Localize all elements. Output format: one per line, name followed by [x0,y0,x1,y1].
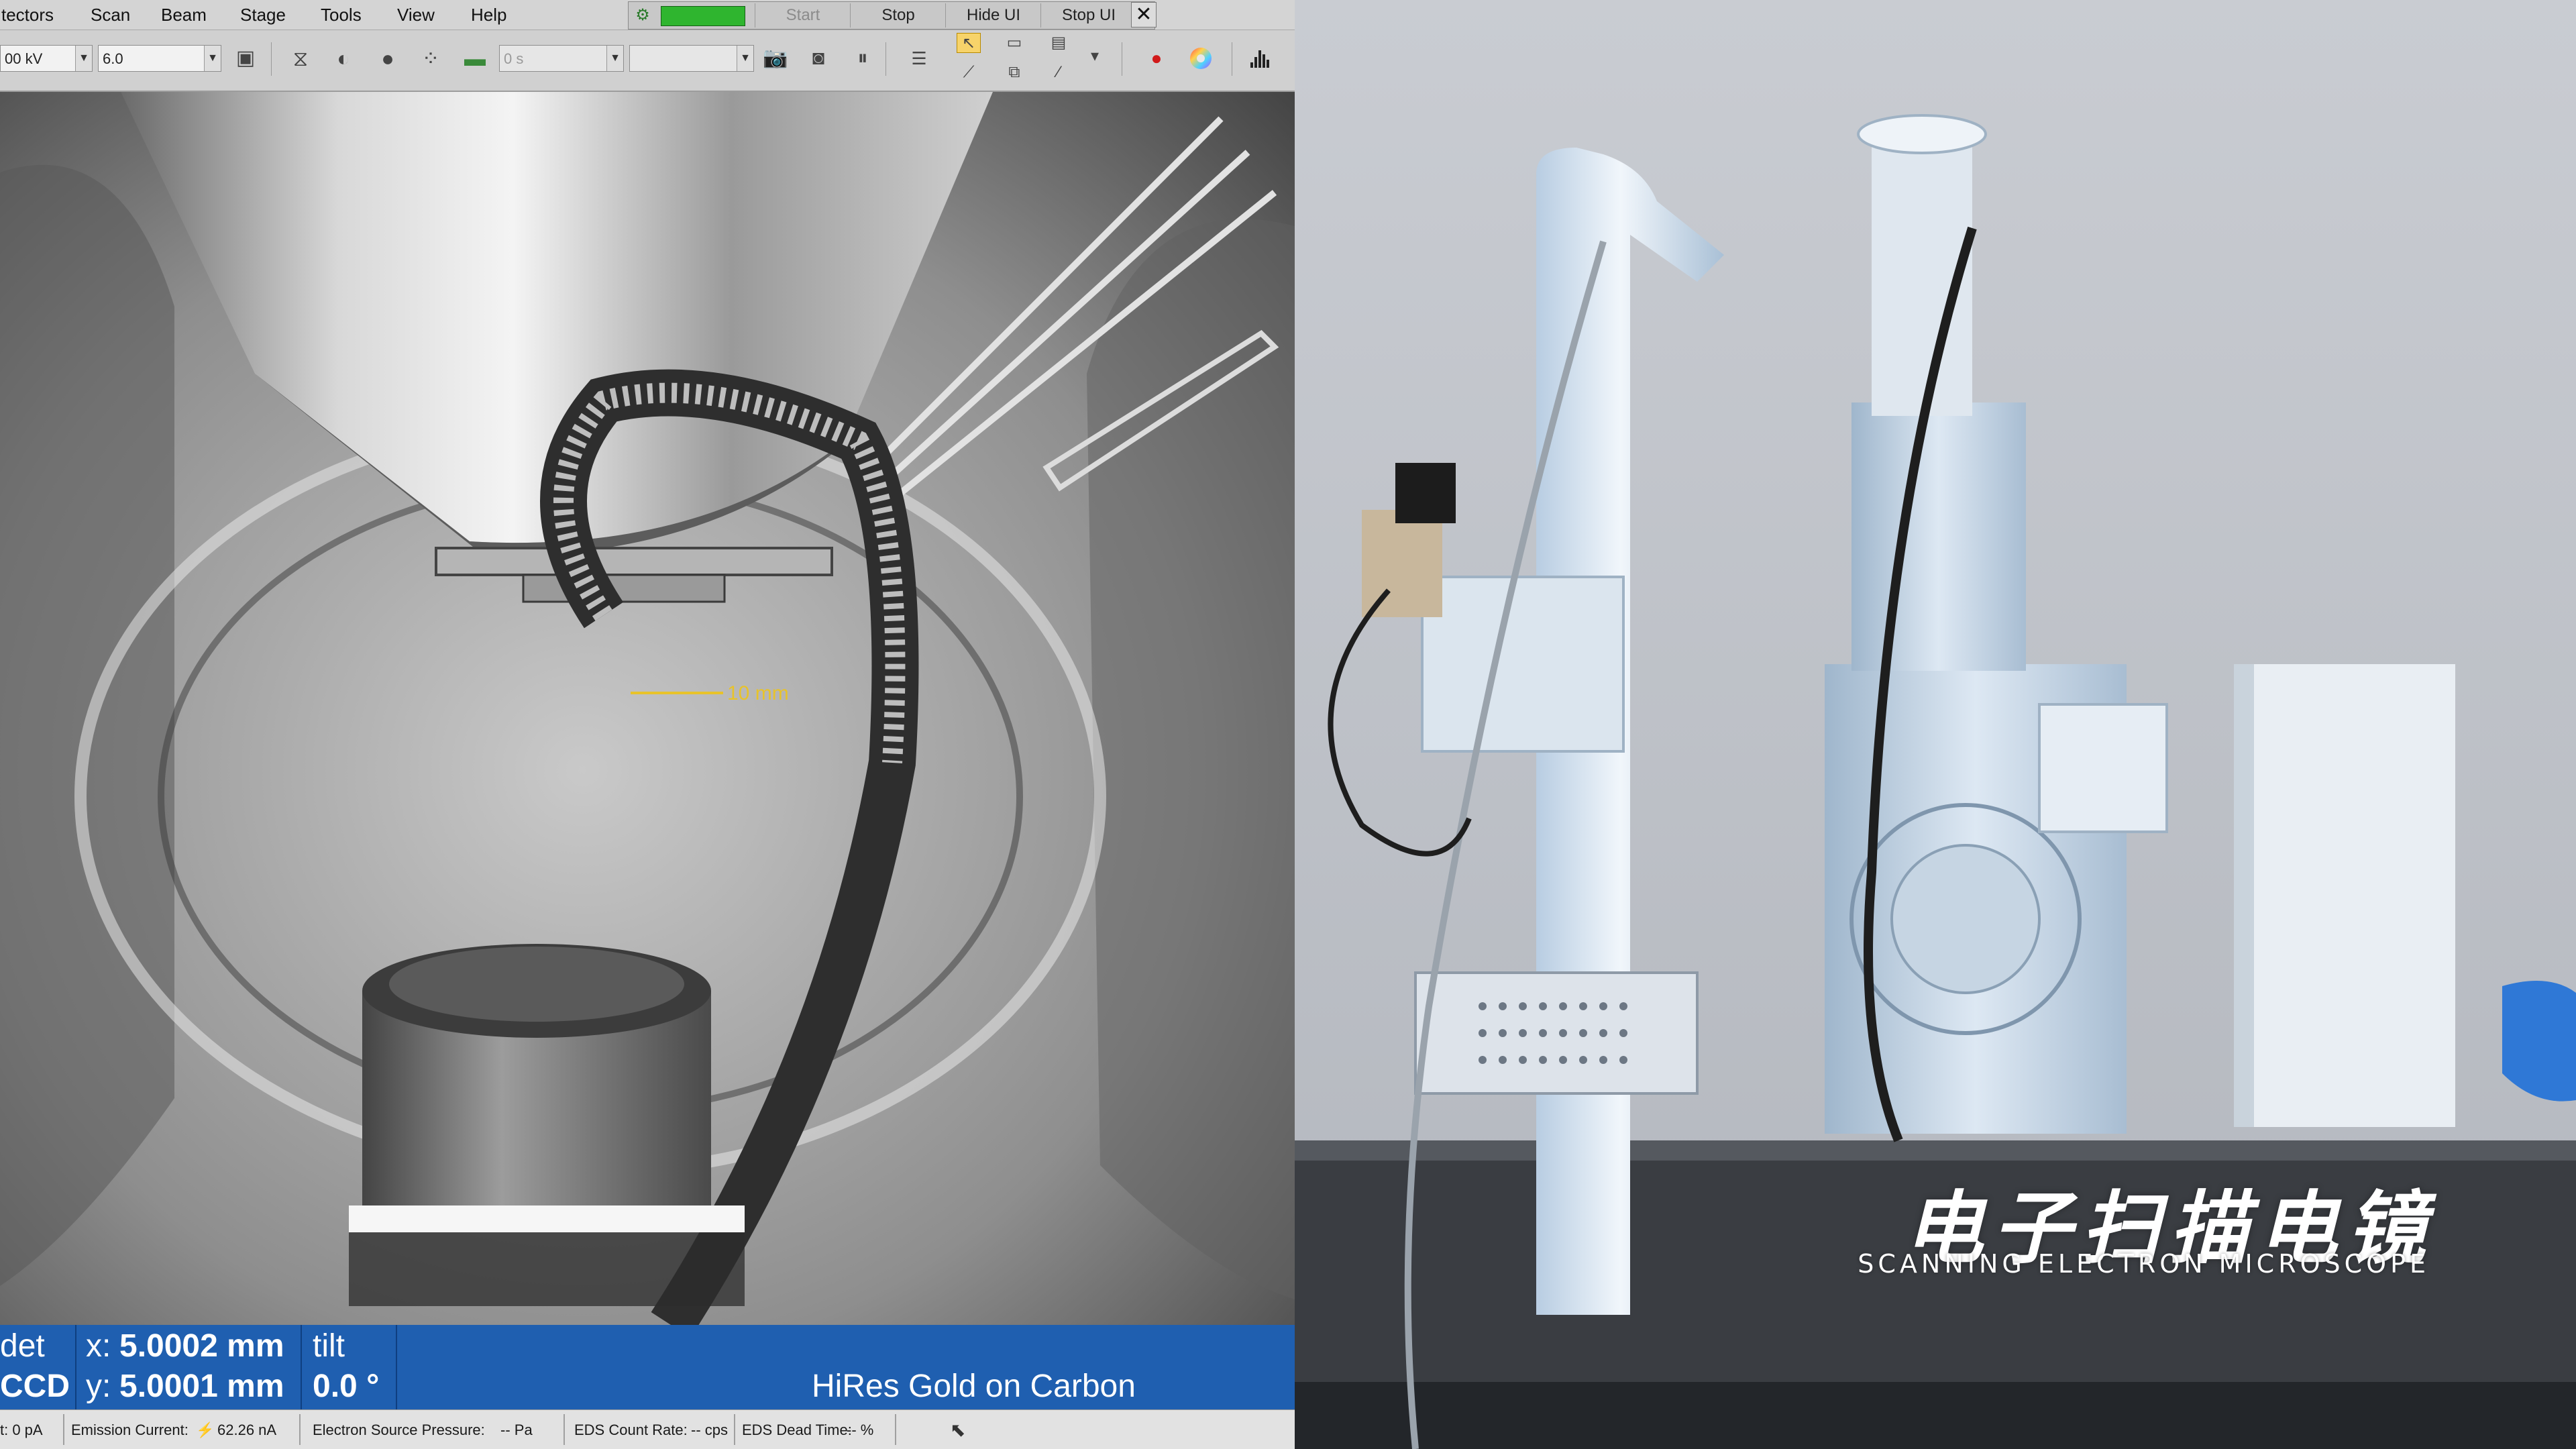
status-divider [734,1414,735,1445]
dwell-time-value: 0 s [504,50,524,67]
tilt-label: tilt [313,1328,345,1364]
stop-ui-button[interactable]: Stop UI [1040,3,1136,28]
sem-software-window: tectors Scan Beam Stage Tools View Help … [0,0,1295,1449]
status-divider [299,1414,301,1445]
source-pressure-value: -- Pa [500,1421,533,1438]
scan-speed-select[interactable]: ▼ [629,45,754,72]
toolbar-divider [885,42,886,76]
menu-view[interactable]: View [397,0,435,30]
microscope-photo: 电子扫描电镜 SCANNING ELECTRON MICROSCOPE [1295,0,2576,1449]
line-tool-icon[interactable]: ∕ [1046,62,1071,83]
stop-button[interactable]: Stop [850,3,946,28]
emission-current-value: 62.26 nA [217,1421,277,1438]
menu-beam[interactable]: Beam [161,0,207,30]
stage-x-label: x: [86,1328,111,1364]
status-bar: t: 0 pA Emission Current: ⚡ 62.26 nA Ele… [0,1409,1295,1449]
auto-contrast-icon[interactable]: ⧖ [286,44,315,73]
toolbar-divider [271,42,272,76]
brightness-icon[interactable]: ● [373,44,402,73]
beam-current-readout: t: 0 pA [0,1421,43,1438]
tilt-value: 0.0 ° [313,1368,380,1404]
zoom-area-icon[interactable]: ⧉ [1002,62,1026,83]
menu-tools[interactable]: Tools [321,0,362,30]
info-divider [75,1325,76,1409]
eds-count-rate-value: -- cps [691,1421,728,1438]
measure-icon[interactable]: ⟋ [957,62,981,83]
emission-icon: ⚡ [196,1421,215,1438]
auto-focus-icon[interactable]: ⁘ [416,44,445,73]
eds-dead-time-label: EDS Dead Time: [742,1421,852,1438]
chevron-down-icon[interactable]: ▾ [1083,46,1107,66]
rectangle-icon[interactable]: ▭ [1002,33,1026,53]
scan-mode-icon[interactable]: ☰ [904,44,934,73]
toolbar: 00 kV ▼ 6.0 ▼ ▣ ⧖ ◐ ● ⁘ ▬ 0 s ▼ ▼ 📷 ◙ ⏸ … [0,30,1295,92]
status-divider [63,1414,64,1445]
dwell-time-select[interactable]: 0 s ▼ [499,45,624,72]
eds-count-rate-label: EDS Count Rate: [574,1421,688,1438]
image-overlay-icon[interactable]: ▤ [1046,33,1071,53]
video-title-english: SCANNING ELECTRON MICROSCOPE [1858,1249,2430,1279]
eds-dead-time-value: -- % [847,1421,874,1438]
start-button[interactable]: Start [755,3,851,28]
hide-ui-button[interactable]: Hide UI [945,3,1041,28]
menu-detectors[interactable]: tectors [1,0,54,30]
app-icon: ⚙ [635,6,650,24]
snapshot-icon[interactable]: ◙ [804,44,833,73]
histogram-icon[interactable] [1246,44,1276,73]
status-divider [564,1414,565,1445]
spot-size-value: 6.0 [103,50,123,67]
stage-y-label: y: [86,1368,111,1404]
pause-icon[interactable]: ⏸ [848,44,877,73]
info-divider [301,1325,302,1409]
emission-current-label: Emission Current: [71,1421,189,1438]
chevron-down-icon: ▼ [204,46,221,71]
sample-name: HiRes Gold on Carbon [812,1368,1136,1404]
menu-scan[interactable]: Scan [91,0,130,30]
info-divider [396,1325,397,1409]
menu-stage[interactable]: Stage [240,0,286,30]
menu-help[interactable]: Help [471,0,506,30]
scale-bar-label: 10 mm [727,682,789,704]
voltage-value: 00 kV [5,50,43,67]
detector-label: det [0,1328,45,1364]
voltage-select[interactable]: 00 kV ▼ [0,45,93,72]
stage-y-value: 5.0001 mm [119,1368,284,1404]
spot-size-select[interactable]: 6.0 ▼ [98,45,221,72]
image-icon[interactable]: ▬ [460,44,490,73]
close-icon[interactable]: ✕ [1131,2,1157,28]
source-pressure-label: Electron Source Pressure: [313,1421,485,1438]
stage-info-bar: det CCD x: 5.0002 mm y: 5.0001 mm tilt 0… [0,1325,1295,1409]
chevron-down-icon: ▼ [737,46,753,71]
select-area-icon[interactable]: ▣ [231,44,260,73]
pointer-icon[interactable]: ↖ [957,33,981,53]
mouse-cursor-icon: ⬉ [950,1419,966,1440]
menu-bar: tectors Scan Beam Stage Tools View Help … [0,0,1295,30]
chamber-image: 10 mm [0,92,1295,1325]
detector-value: CCD [0,1368,70,1404]
chamber-camera-view[interactable]: 10 mm [0,92,1295,1325]
stage-x-value: 5.0002 mm [119,1328,284,1364]
run-status-indicator [661,6,745,26]
camera-icon[interactable]: 📷 [761,44,790,73]
chevron-down-icon: ▼ [606,46,623,71]
record-icon[interactable]: ● [1142,44,1171,73]
color-wheel-icon[interactable] [1186,44,1216,73]
contrast-icon[interactable]: ◐ [329,44,358,73]
status-divider [895,1414,896,1445]
acquisition-controls: ⚙ Start Stop Hide UI Stop UI [628,1,1155,30]
chevron-down-icon: ▼ [75,46,92,71]
